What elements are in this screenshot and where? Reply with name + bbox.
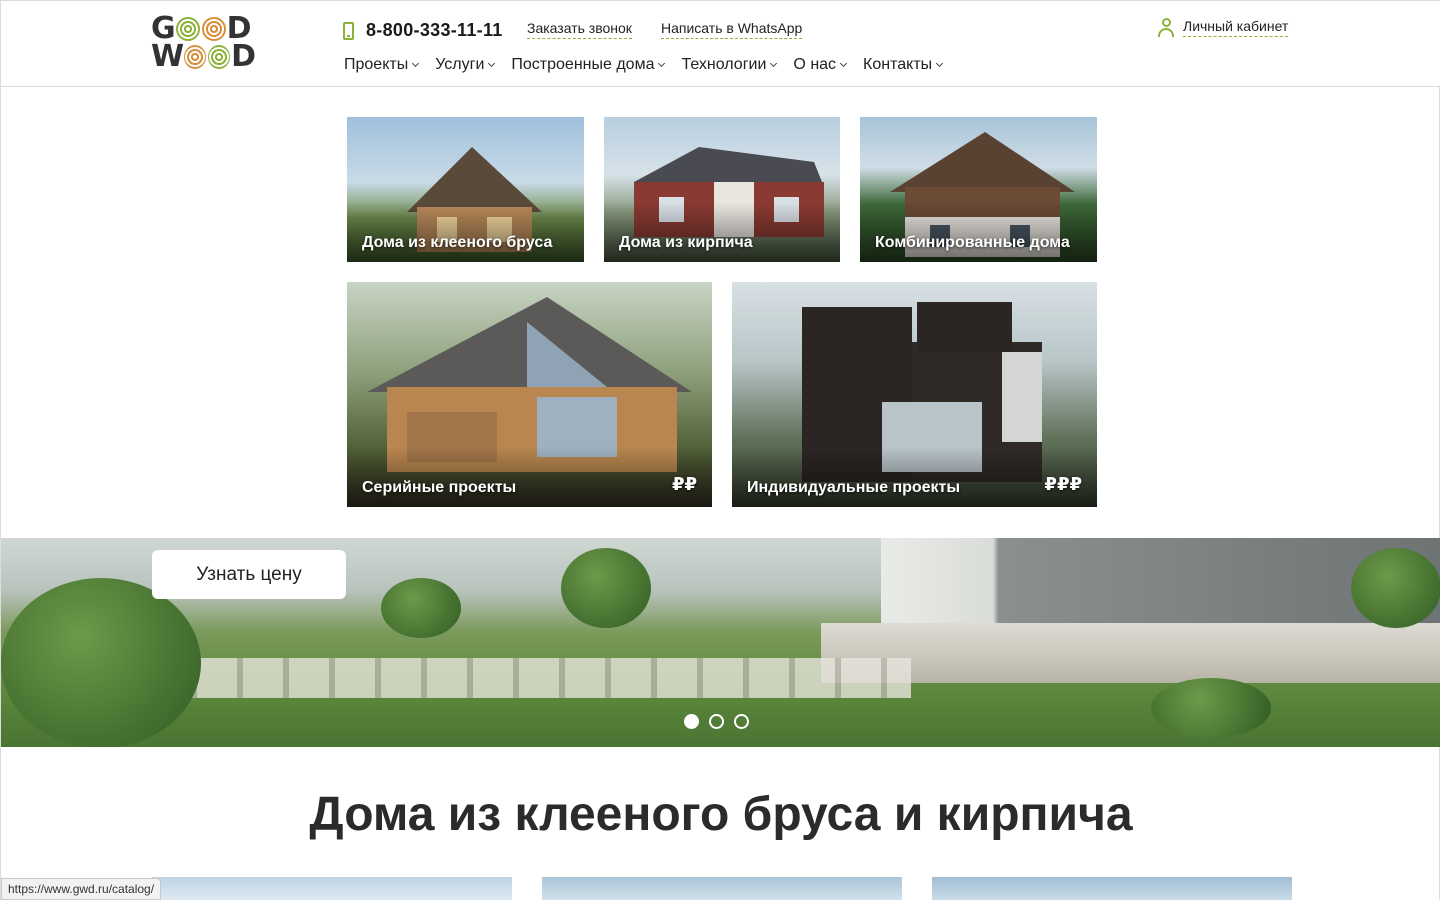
slide-dot-1[interactable] — [684, 714, 699, 729]
category-label: Серийные проекты — [362, 479, 517, 496]
chevron-down-icon — [840, 59, 848, 68]
whatsapp-link[interactable]: Написать в WhatsApp — [661, 20, 803, 39]
account-label[interactable]: Личный кабинет — [1183, 18, 1289, 37]
browser-status-url: https://www.gwd.ru/catalog/ — [1, 878, 162, 900]
slider-dots — [684, 714, 759, 729]
house-card[interactable] — [542, 877, 902, 900]
category-tile-serial-projects[interactable]: Серийные проекты ₽₽ — [347, 282, 712, 507]
nav-item-built-houses[interactable]: Построенные дома — [511, 56, 666, 74]
account-link[interactable]: Личный кабинет — [1158, 18, 1289, 37]
chevron-down-icon — [658, 59, 666, 68]
chevron-down-icon — [412, 59, 420, 68]
chevron-down-icon — [936, 59, 944, 68]
slide-dot-3[interactable] — [734, 714, 749, 729]
phone-number[interactable]: 8-800-333-11-11 — [366, 20, 503, 41]
price-level: ₽₽ — [671, 474, 697, 494]
callback-link[interactable]: Заказать звонок — [527, 20, 632, 39]
main-nav: Проекты Услуги Построенные дома Технолог… — [344, 56, 959, 74]
nav-item-technologies[interactable]: Технологии — [681, 56, 778, 74]
nav-item-projects[interactable]: Проекты — [344, 56, 420, 74]
nav-item-services[interactable]: Услуги — [435, 56, 496, 74]
category-tile-glulam[interactable]: Дома из клееного бруса — [347, 117, 584, 262]
logo[interactable]: GD WD — [151, 14, 256, 74]
phone-icon — [343, 21, 354, 40]
category-label: Дома из клееного бруса — [362, 234, 553, 251]
chevron-down-icon — [770, 59, 778, 68]
nav-item-about[interactable]: О нас — [793, 56, 848, 74]
house-card[interactable] — [152, 877, 512, 900]
get-price-button[interactable]: Узнать цену — [152, 550, 346, 599]
phone-block[interactable]: 8-800-333-11-11 — [343, 20, 503, 41]
category-label: Комбинированные дома — [875, 234, 1070, 251]
category-label: Дома из кирпича — [619, 234, 753, 251]
logo-line-2: WD — [151, 39, 256, 74]
category-tile-combined[interactable]: Комбинированные дома — [860, 117, 1097, 262]
section-title: Дома из клееного бруса и кирпича — [309, 788, 1133, 841]
slide-dot-2[interactable] — [709, 714, 724, 729]
chevron-down-icon — [488, 59, 496, 68]
nav-item-contacts[interactable]: Контакты — [863, 56, 944, 74]
price-level: ₽₽₽ — [1044, 474, 1082, 494]
category-tile-brick[interactable]: Дома из кирпича — [604, 117, 840, 262]
category-label: Индивидуальные проекты — [747, 479, 961, 496]
site-header: GD WD 8-800-333-11-11 Заказать звонок На… — [1, 1, 1440, 87]
house-card[interactable] — [932, 877, 1292, 900]
category-tile-individual-projects[interactable]: Индивидуальные проекты ₽₽₽ — [732, 282, 1097, 507]
user-icon — [1158, 18, 1174, 37]
